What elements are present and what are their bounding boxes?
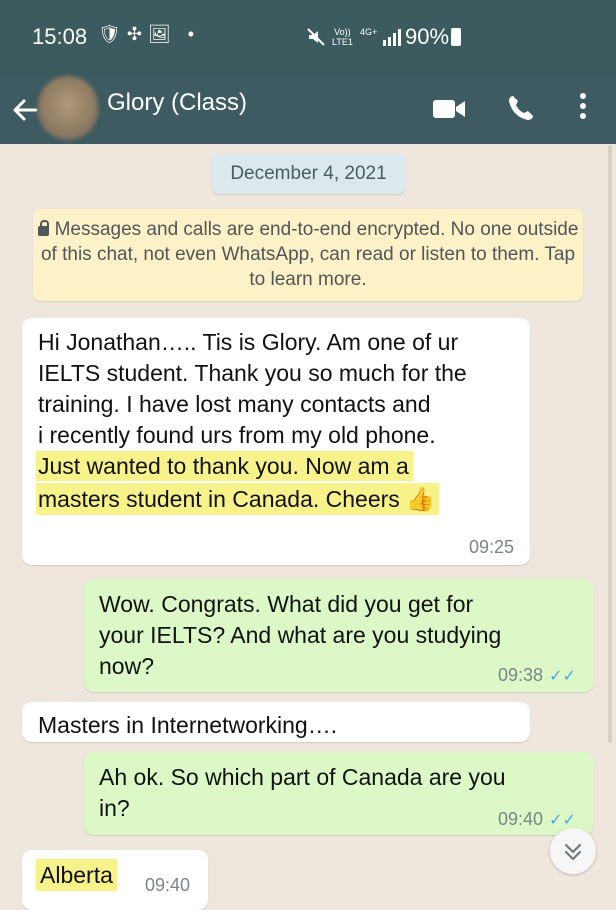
message-line: Masters in Internetworking…. [38, 712, 338, 738]
thumbs-up-emoji-icon: 👍 [406, 486, 435, 512]
message-line: now? [99, 653, 154, 679]
notification-icons: 🛡✣🖼 • [98, 24, 201, 44]
encryption-notice[interactable]: Messages and calls are end-to-end encryp… [33, 209, 583, 301]
lock-icon [37, 220, 49, 236]
highlighted-text: Just wanted to thank you. Now am a [36, 451, 413, 481]
highlighted-text: masters student in Canada. Cheers [38, 486, 400, 512]
status-time: 15:08 [32, 24, 88, 49]
highlighted-text: Alberta [36, 859, 117, 891]
message-line: Wow. Congrats. What did you get for [99, 591, 474, 617]
scroll-to-bottom-button[interactable] [550, 828, 596, 874]
message-time: 09:25 [469, 537, 515, 557]
back-arrow-icon[interactable] [10, 95, 40, 125]
time-label: 09:40 [498, 809, 544, 829]
phone-call-icon[interactable] [507, 94, 535, 122]
date-separator: December 4, 2021 [211, 154, 406, 194]
message-line: IELTS student. Thank you so much for the [38, 360, 467, 386]
message-line: Hi Jonathan….. Tis is Glory. Am one of u… [38, 329, 459, 355]
double-chevron-down-icon [564, 843, 582, 861]
network-volte-icon: Vo)) LTE1 [332, 27, 353, 47]
incoming-message-bubble[interactable]: Alberta 09:40 [22, 850, 208, 910]
encryption-text: Messages and calls are end-to-end encryp… [40, 219, 579, 290]
network-bottom: LTE1 [332, 37, 353, 47]
time-label: 09:38 [498, 665, 544, 685]
mute-icon [307, 28, 325, 46]
battery-icon [451, 28, 461, 46]
read-receipt-icon: ✓✓ [549, 812, 576, 829]
outgoing-message-bubble[interactable]: Ah ok. So which part of Canada are you i… [84, 752, 594, 835]
message-line: i recently found urs from my old phone. [38, 422, 436, 448]
message-line: in? [99, 795, 130, 821]
chat-scrollbar[interactable] [608, 145, 612, 743]
incoming-message-bubble[interactable]: Masters in Internetworking…. [22, 702, 530, 742]
message-time: 09:38 ✓✓ [498, 665, 576, 686]
message-line: training. I have lost many contacts and [38, 391, 431, 417]
app-bar: Glory (Class) [0, 76, 616, 144]
message-line: your IELTS? And what are you studying [99, 622, 502, 648]
outgoing-message-bubble[interactable]: Wow. Congrats. What did you get for your… [84, 579, 594, 692]
status-bar: 15:08 🛡✣🖼 • Vo)) LTE1 4G+ 90% [0, 0, 616, 76]
contact-avatar[interactable] [38, 76, 98, 140]
network-gen-label: 4G+ [360, 27, 378, 37]
message-time: 09:40 ✓✓ [498, 809, 576, 830]
message-line: Ah ok. So which part of Canada are you [99, 764, 506, 790]
overflow-menu-icon[interactable] [578, 91, 588, 121]
read-receipt-icon: ✓✓ [549, 668, 576, 685]
battery-percentage: 90% [405, 24, 450, 49]
network-top: Vo)) [334, 27, 351, 37]
video-call-icon[interactable] [432, 97, 466, 121]
signal-icon [383, 29, 401, 46]
incoming-message-bubble[interactable]: Hi Jonathan….. Tis is Glory. Am one of u… [22, 318, 530, 565]
chat-title[interactable]: Glory (Class) [107, 89, 247, 117]
message-time: 09:40 [145, 875, 191, 895]
